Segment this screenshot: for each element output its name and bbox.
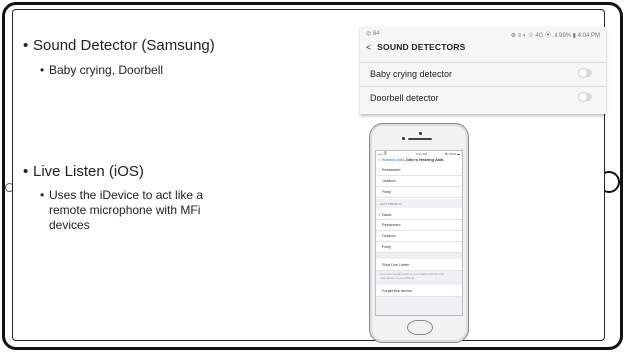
- setting-label: Doorbell detector: [370, 93, 439, 103]
- home-button-icon[interactable]: [407, 320, 433, 335]
- list-item[interactable]: Outdoor: [376, 176, 462, 187]
- sub-bullet-text-line3: devices: [49, 218, 90, 232]
- list-item[interactable]: Restaurant: [376, 165, 462, 176]
- list-item[interactable]: ✓ Basic: [376, 209, 462, 220]
- list-item-label: Forget this device: [382, 289, 412, 293]
- status-time: 9:41 AM: [416, 152, 428, 156]
- bullet-sound-detector: • Sound Detector (Samsung): [23, 37, 215, 54]
- status-bar: ••••• ≣ 9:41 AM ✱ 100% ▬: [378, 152, 460, 156]
- list-item-label: ✓ Basic: [378, 213, 392, 217]
- speaker-icon: [408, 138, 432, 140]
- list-item-label: Restaurant: [382, 168, 401, 172]
- note-text: Live Listen sends audio to your hearing …: [380, 272, 445, 280]
- toggle-switch[interactable]: [578, 92, 592, 102]
- bullet-icon: •: [40, 63, 45, 77]
- status-right: ✱ 100% ▬: [445, 152, 460, 156]
- screen-header: < SOUND DETECTORS: [366, 42, 466, 56]
- status-right: ⚙ ≡ ◐ ☉ 4G ⦿ .ıl 99% ▮ 4:04 PM: [510, 33, 600, 39]
- chevron-left-icon[interactable]: <: [366, 42, 371, 52]
- bullet-icon: •: [40, 188, 45, 202]
- sensor-icon: [402, 137, 405, 140]
- live-listen-button[interactable]: Start Live Listen: [376, 260, 462, 271]
- bullet-text: Sound Detector (Samsung): [33, 37, 215, 54]
- list-item[interactable]: Party: [376, 187, 462, 198]
- sub-bullet-baby-doorbell: • Baby crying, Doorbell: [40, 63, 164, 78]
- sub-bullet-text-line2: remote microphone with MFi: [49, 203, 201, 217]
- list-item-label: Party: [382, 245, 391, 249]
- iphone-screen: ••••• ≣ 9:41 AM ✱ 100% ▬ < Hearing Aids …: [375, 150, 463, 316]
- nav-bar: < Hearing Aids John's Hearing Aids: [378, 157, 444, 162]
- iphone-live-listen-screenshot: ••••• ≣ 9:41 AM ✱ 100% ▬ < Hearing Aids …: [369, 123, 469, 343]
- samsung-sound-detectors-screenshot: ◎ 84 ⚙ ≡ ◐ ☉ 4G ⦿ .ıl 99% ▮ 4:04 PM < SOU…: [360, 27, 606, 114]
- list-item[interactable]: Party: [376, 242, 462, 253]
- list-item-label: Outdoor: [382, 179, 396, 183]
- back-button[interactable]: < Hearing Aids: [378, 157, 404, 162]
- live-listen-note: Live Listen sends audio to your hearing …: [376, 271, 462, 285]
- camera-icon: [419, 132, 422, 135]
- list-item-label: Outdoor: [382, 234, 396, 238]
- forget-device-button[interactable]: Forget this device: [376, 286, 462, 297]
- list-item-label: Party: [382, 190, 391, 194]
- list-item[interactable]: Outdoor: [376, 231, 462, 242]
- section-header: LEFT PRESETS: [376, 199, 462, 208]
- nav-title: John's Hearing Aids: [405, 157, 444, 162]
- status-left: ••••• ≣: [378, 152, 387, 156]
- section-label: LEFT PRESETS: [380, 202, 403, 206]
- bullet-live-listen: • Live Listen (iOS): [23, 163, 144, 180]
- sub-bullet-text: Baby crying, Doorbell: [49, 63, 164, 77]
- bullet-icon: •: [23, 163, 29, 180]
- setting-label: Baby crying detector: [370, 69, 453, 79]
- status-left: ◎ 84: [366, 31, 380, 37]
- back-label: Hearing Aids: [381, 157, 405, 162]
- toggle-switch[interactable]: [578, 68, 592, 78]
- sub-bullet-live-listen-desc: • Uses the iDevice to act like a remote …: [40, 188, 204, 233]
- bullet-icon: •: [23, 37, 29, 54]
- screen-footer: [376, 297, 462, 315]
- section-spacer: [376, 253, 462, 259]
- list-item-label: Restaurant: [382, 223, 401, 227]
- list-item-label: Start Live Listen: [382, 263, 410, 267]
- status-bar: ◎ 84 ⚙ ≡ ◐ ☉ 4G ⦿ .ıl 99% ▮ 4:04 PM: [366, 30, 600, 40]
- setting-row-doorbell[interactable]: Doorbell detector: [360, 86, 606, 108]
- list-item[interactable]: Restaurant: [376, 220, 462, 231]
- sub-bullet-text-line1: Uses the iDevice to act like a: [49, 188, 204, 202]
- screen-title: SOUND DETECTORS: [377, 42, 466, 52]
- bullet-text: Live Listen (iOS): [33, 163, 144, 180]
- setting-row-baby-crying[interactable]: Baby crying detector: [360, 62, 606, 84]
